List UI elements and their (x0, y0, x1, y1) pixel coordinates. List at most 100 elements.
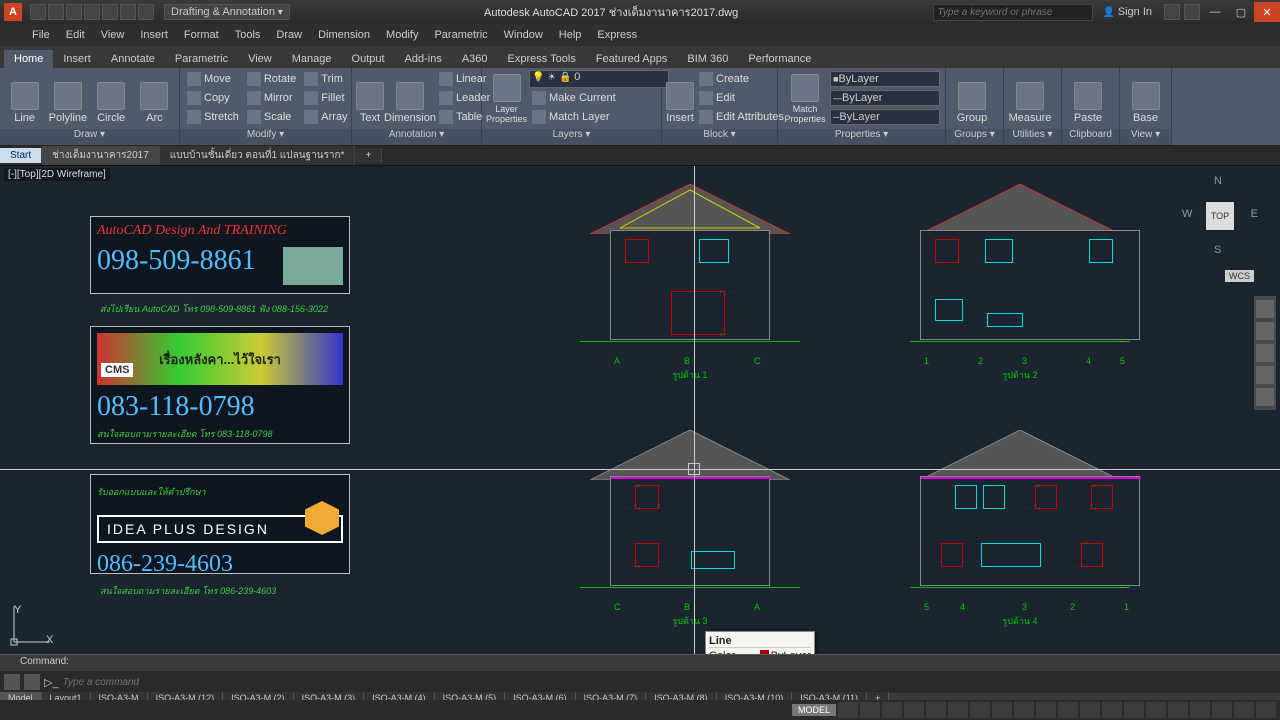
qat-redo-icon[interactable] (138, 4, 154, 20)
mirror-button[interactable]: Mirror (244, 89, 299, 107)
vc-top[interactable]: TOP (1206, 202, 1234, 230)
menu-modify[interactable]: Modify (378, 29, 426, 41)
tab-manage[interactable]: Manage (282, 50, 342, 68)
wcs-label[interactable]: WCS (1225, 270, 1254, 282)
base-view-button[interactable]: Base (1124, 70, 1167, 126)
linetype-selector[interactable]: ─ ByLayer (830, 109, 940, 125)
annotation-scale-icon[interactable] (1080, 702, 1100, 718)
tab-parametric[interactable]: Parametric (165, 50, 238, 68)
panel-groups-title[interactable]: Groups ▾ (946, 129, 1003, 145)
view-controls[interactable]: [-][Top][2D Wireframe] (4, 168, 110, 181)
stretch-button[interactable]: Stretch (184, 108, 242, 126)
move-button[interactable]: Move (184, 70, 242, 88)
make-current-button[interactable]: Make Current (529, 89, 669, 107)
edit-attributes-button[interactable]: Edit Attributes (696, 108, 787, 126)
menu-tools[interactable]: Tools (227, 29, 269, 41)
text-button[interactable]: Text (356, 70, 384, 126)
menu-express[interactable]: Express (589, 29, 645, 41)
layer-selector[interactable]: 💡 ☀ 🔒 0 (529, 70, 669, 88)
vc-east[interactable]: E (1251, 208, 1258, 220)
qat-new-icon[interactable] (30, 4, 46, 20)
match-layer-button[interactable]: Match Layer (529, 108, 669, 126)
workspace-switch-icon[interactable] (1102, 702, 1122, 718)
fillet-button[interactable]: Fillet (301, 89, 350, 107)
grid-toggle-icon[interactable] (838, 702, 858, 718)
tab-home[interactable]: Home (4, 50, 53, 68)
annotation-monitor-icon[interactable] (1124, 702, 1144, 718)
ortho-toggle-icon[interactable] (882, 702, 902, 718)
qat-undo-icon[interactable] (120, 4, 136, 20)
isodraft-icon[interactable] (926, 702, 946, 718)
infocenter-search[interactable] (933, 4, 1093, 21)
viewcube[interactable]: N S E W TOP (1182, 172, 1258, 262)
panel-properties-title[interactable]: Properties ▾ (778, 129, 945, 145)
showmotion-icon[interactable] (1256, 388, 1274, 406)
measure-button[interactable]: Measure (1008, 70, 1052, 126)
qat-saveas-icon[interactable] (84, 4, 100, 20)
snap-toggle-icon[interactable] (860, 702, 880, 718)
close-button[interactable]: ✕ (1254, 2, 1280, 22)
customization-icon[interactable] (1256, 702, 1276, 718)
vc-west[interactable]: W (1182, 208, 1192, 220)
panel-layers-title[interactable]: Layers ▾ (482, 129, 661, 145)
isolate-objects-icon[interactable] (1190, 702, 1210, 718)
panel-clipboard-title[interactable]: Clipboard (1062, 129, 1119, 145)
command-close-icon[interactable] (4, 674, 20, 690)
tab-start[interactable]: Start (0, 148, 42, 163)
panel-modify-title[interactable]: Modify ▾ (180, 129, 351, 145)
new-tab-button[interactable]: + (355, 148, 382, 163)
tab-insert[interactable]: Insert (53, 50, 101, 68)
insert-block-button[interactable]: Insert (666, 70, 694, 126)
circle-button[interactable]: Circle (91, 70, 132, 126)
clean-screen-icon[interactable] (1234, 702, 1254, 718)
menu-format[interactable]: Format (176, 29, 227, 41)
arc-button[interactable]: Arc (134, 70, 175, 126)
panel-annotation-title[interactable]: Annotation ▾ (352, 129, 481, 145)
edit-block-button[interactable]: Edit (696, 89, 787, 107)
panel-view-title[interactable]: View ▾ (1120, 129, 1171, 145)
workspace-selector[interactable]: Drafting & Annotation ▾ (164, 4, 290, 20)
pan-icon[interactable] (1256, 322, 1274, 340)
layer-properties-button[interactable]: Layer Properties (486, 70, 527, 126)
tab-express[interactable]: Express Tools (498, 50, 586, 68)
transparency-icon[interactable] (1036, 702, 1056, 718)
orbit-icon[interactable] (1256, 366, 1274, 384)
tab-annotate[interactable]: Annotate (101, 50, 165, 68)
paste-button[interactable]: Paste (1066, 70, 1110, 126)
tab-a360[interactable]: A360 (452, 50, 498, 68)
exchange-icon[interactable] (1164, 4, 1180, 20)
signin-button[interactable]: 👤 Sign In (1093, 6, 1162, 18)
lineweight-toggle-icon[interactable] (1014, 702, 1034, 718)
menu-help[interactable]: Help (551, 29, 590, 41)
osnap-toggle-icon[interactable] (948, 702, 968, 718)
scale-button[interactable]: Scale (244, 108, 299, 126)
menu-file[interactable]: File (24, 29, 58, 41)
command-input[interactable] (63, 677, 1276, 688)
menu-edit[interactable]: Edit (58, 29, 93, 41)
tab-performance[interactable]: Performance (738, 50, 821, 68)
panel-draw-title[interactable]: Draw ▾ (0, 129, 179, 145)
menu-insert[interactable]: Insert (132, 29, 176, 41)
polyline-button[interactable]: Polyline (47, 70, 88, 126)
menu-dimension[interactable]: Dimension (310, 29, 378, 41)
hardware-accel-icon[interactable] (1212, 702, 1232, 718)
full-nav-wheel-icon[interactable] (1256, 300, 1274, 318)
selection-cycling-icon[interactable] (1058, 702, 1078, 718)
tab-addins[interactable]: Add-ins (395, 50, 452, 68)
drawing-area[interactable]: [-][Top][2D Wireframe] AutoCAD Design An… (0, 166, 1280, 654)
rotate-button[interactable]: Rotate (244, 70, 299, 88)
array-button[interactable]: Array (301, 108, 350, 126)
app-icon[interactable]: A (4, 3, 22, 21)
line-button[interactable]: Line (4, 70, 45, 126)
file-tab-current[interactable]: ช่างเด็มงานาคาร2017 (42, 146, 160, 165)
maximize-button[interactable]: ▢ (1228, 2, 1254, 22)
quick-properties-icon[interactable] (1168, 702, 1188, 718)
qat-open-icon[interactable] (48, 4, 64, 20)
tab-view[interactable]: View (238, 50, 282, 68)
vc-north[interactable]: N (1214, 175, 1222, 187)
menu-draw[interactable]: Draw (268, 29, 310, 41)
copy-button[interactable]: Copy (184, 89, 242, 107)
otrack-toggle-icon[interactable] (992, 702, 1012, 718)
modelspace-button[interactable]: MODEL (792, 704, 836, 716)
match-properties-button[interactable]: Match Properties (782, 70, 828, 126)
